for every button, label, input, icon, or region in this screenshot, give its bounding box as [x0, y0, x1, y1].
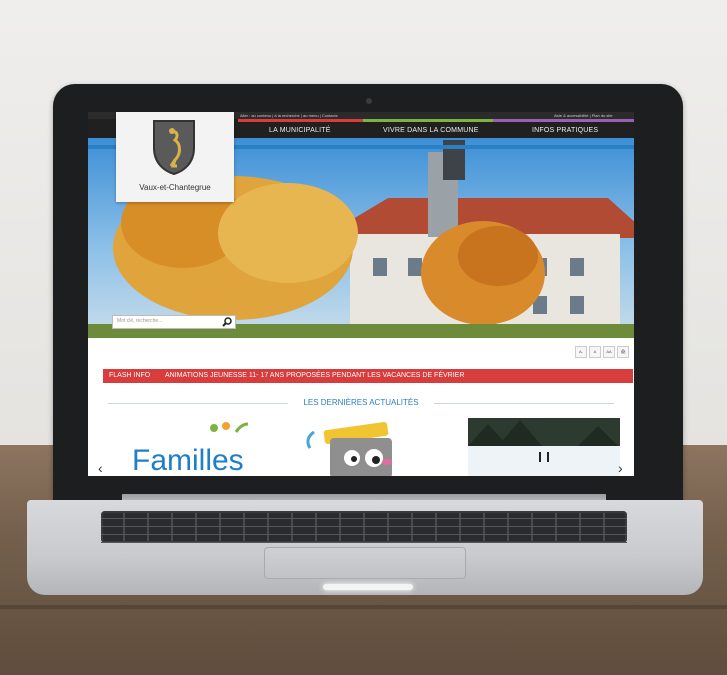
site-logo[interactable]: Vaux-et-Chantegrue — [116, 112, 234, 202]
skip-links[interactable]: Aller : au contenu | à la recherche | au… — [240, 113, 338, 118]
flash-info-text[interactable]: ANIMATIONS JEUNESSE 11- 17 ANS PROPOSÉES… — [165, 372, 464, 379]
keyboard — [101, 511, 627, 543]
front-light — [323, 584, 413, 590]
recycling-bin-illustration — [306, 422, 392, 476]
familles-text: Familles — [132, 444, 244, 476]
laptop-screen: Aller : au contenu | à la recherche | au… — [88, 112, 634, 476]
news-card-ski[interactable] — [468, 418, 620, 476]
chevron-right-icon[interactable]: › — [618, 460, 623, 476]
help-links[interactable]: Aide & accessibilité | Plan du site — [554, 113, 613, 118]
ski-photo — [468, 418, 620, 476]
font-increase-button[interactable]: AA — [603, 346, 615, 358]
nav-item-infos[interactable]: INFOS PRATIQUES — [532, 127, 598, 134]
divider-right — [434, 403, 614, 404]
news-card-recycling[interactable] — [302, 418, 422, 476]
flash-info-banner[interactable]: FLASH INFO ANIMATIONS JEUNESSE 11- 17 AN… — [103, 369, 633, 383]
nav-item-vivre[interactable]: VIVRE DANS LA COMMUNE — [383, 127, 479, 134]
coat-of-arms-icon — [153, 120, 195, 176]
nav-accent-green — [363, 119, 493, 122]
print-button[interactable]: 🖨 — [617, 346, 629, 358]
nav-item-municipalite[interactable]: LA MUNICIPALITÉ — [269, 127, 331, 134]
trackpad — [264, 547, 466, 579]
search-box[interactable]: Mot clé, recherche... — [112, 315, 236, 329]
logo-name: Vaux-et-Chantegrue — [139, 183, 211, 192]
search-icon[interactable] — [222, 317, 232, 327]
font-reset-button[interactable]: A — [589, 346, 601, 358]
flash-info-label: FLASH INFO — [109, 372, 151, 379]
nav-accent-purple — [493, 119, 634, 122]
nav-accent-red — [238, 119, 363, 122]
news-card-familles[interactable]: Familles — [118, 418, 268, 476]
chevron-left-icon[interactable]: ‹ — [98, 460, 103, 476]
search-placeholder: Mot clé, recherche... — [117, 318, 163, 324]
font-decrease-button[interactable]: A- — [575, 346, 587, 358]
webcam — [366, 98, 372, 104]
familles-logo: Familles — [118, 418, 268, 476]
